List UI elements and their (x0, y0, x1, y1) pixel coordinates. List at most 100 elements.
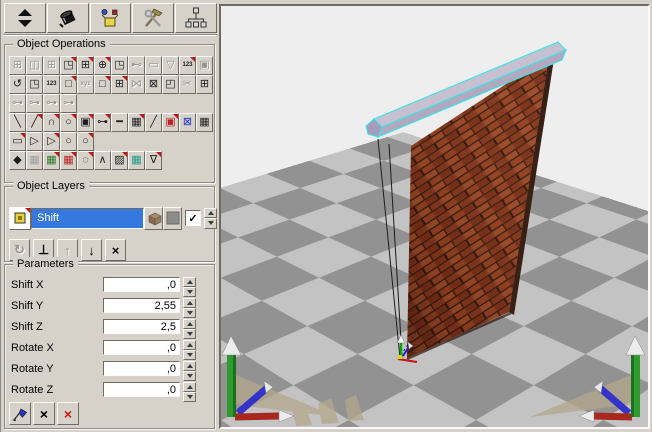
shift-x-input[interactable] (103, 277, 180, 292)
spin-down-button[interactable] (183, 392, 196, 402)
param-label: Rotate Z (11, 382, 53, 396)
param-row-shift-y: Shift Y (11, 298, 209, 320)
object-box-button[interactable] (90, 3, 132, 33)
spin-up-button[interactable] (183, 382, 196, 392)
nav-gizmo-right[interactable] (530, 336, 645, 422)
layer-texture-button[interactable] (144, 207, 163, 230)
delete-layer-button[interactable]: × (105, 239, 126, 261)
shift-z-input[interactable] (103, 319, 180, 334)
op-button-icon: □ (65, 77, 72, 92)
spin-down-button[interactable] (183, 350, 196, 360)
op-button-r2-4[interactable]: □ (60, 75, 77, 94)
layer-visible-checkbox[interactable]: ✓ (185, 210, 201, 226)
op-button-r1-11[interactable]: 123 (179, 56, 196, 75)
op-button-r2-3[interactable]: 123 (43, 75, 60, 94)
hierarchy-button[interactable] (175, 3, 217, 33)
op-button-r4-9[interactable]: ╱ (145, 113, 162, 132)
op-button-r4-3[interactable]: ∩ (43, 113, 60, 132)
op-button-r1-9: ▭ (145, 56, 162, 75)
op-button-r5-3[interactable]: ▷ (43, 132, 60, 151)
layer-name-field[interactable]: Shift (31, 208, 144, 229)
object-operations-title: Object Operations (13, 37, 110, 51)
op-button-r1-5[interactable]: ⊞ (77, 56, 94, 75)
op-button-r1-7[interactable]: ◳ (111, 56, 128, 75)
fill-texture-button[interactable] (47, 3, 89, 33)
spin-up-button[interactable] (183, 277, 196, 287)
op-button-r3-1: ⊶ (9, 94, 26, 113)
nav-gizmo-left[interactable] (222, 336, 364, 426)
down-arrow-icon (187, 395, 193, 399)
op-button-r4-10[interactable]: ▣ (162, 113, 179, 132)
op-button-r6-6[interactable]: ∧ (94, 151, 111, 170)
layer-type-button[interactable] (9, 207, 31, 230)
op-button-r1-3: ⊞ (43, 56, 60, 75)
op-button-r4-4[interactable]: ○ (60, 113, 77, 132)
move-layer-down-button[interactable]: ↓ (81, 239, 102, 261)
op-button-r6-2[interactable]: ▦ (26, 151, 43, 170)
op-button-r5-2[interactable]: ▷ (26, 132, 43, 151)
op-button-r5-4[interactable]: ○ (60, 132, 77, 151)
delete-all-button[interactable]: × (57, 402, 79, 425)
up-arrow-icon (187, 364, 193, 368)
op-button-r4-11[interactable]: ⊠ (179, 113, 196, 132)
spin-up-button[interactable] (183, 361, 196, 371)
op-button-r6-7[interactable]: ▨ (111, 151, 128, 170)
param-label: Rotate X (11, 340, 54, 354)
op-button-r2-10[interactable]: ◰ (162, 75, 179, 94)
op-button-r4-2[interactable]: ╱ (26, 113, 43, 132)
op-button-r2-7[interactable]: ⊞ (111, 75, 128, 94)
spin-down-button[interactable] (183, 371, 196, 381)
select-move-button[interactable] (4, 3, 46, 33)
rotate-x-input[interactable] (103, 340, 180, 355)
down-arrow-icon (187, 332, 193, 336)
op-button-r4-6[interactable]: ⊶ (94, 113, 111, 132)
op-button-r1-6[interactable]: ⊕ (94, 56, 111, 75)
op-button-r6-5[interactable]: ◌ (77, 151, 94, 170)
op-button-r6-8[interactable]: ▦ (128, 151, 145, 170)
spin-up-button[interactable] (183, 340, 196, 350)
op-button-r4-12[interactable]: ▦ (196, 113, 213, 132)
op-button-r2-12[interactable]: ⊞ (196, 75, 213, 94)
op-button-r4-7[interactable]: ━ (111, 113, 128, 132)
spin-down-button[interactable] (183, 329, 196, 339)
spin-up-button[interactable] (183, 319, 196, 329)
rotate-y-input[interactable] (103, 361, 180, 376)
op-button-r3-2: ⊶ (26, 94, 43, 113)
red-arrowhead (279, 410, 294, 422)
op-button-r4-8[interactable]: ▦ (128, 113, 145, 132)
shift-y-input[interactable] (103, 298, 180, 313)
layer-color-button[interactable] (163, 207, 182, 230)
op-button-r6-1[interactable]: ◆ (9, 151, 26, 170)
op-button-r4-1[interactable]: ╲ (9, 113, 26, 132)
check-icon: ✓ (188, 212, 197, 225)
red-axis (594, 416, 632, 417)
op-button-r2-9[interactable]: ⊠ (145, 75, 162, 94)
op-button-r1-4[interactable]: ◳ (60, 56, 77, 75)
op-button-r2-1[interactable]: ↺ (9, 75, 26, 94)
main-toolbar (3, 2, 217, 35)
spin-up-button[interactable] (204, 208, 217, 219)
op-button-icon: ▷ (47, 134, 55, 149)
apply-edit-button[interactable] (9, 402, 31, 425)
spin-down-button[interactable] (183, 308, 196, 318)
tools-button[interactable] (132, 3, 174, 33)
red-arrowhead (579, 410, 594, 422)
op-button-r2-6[interactable]: □ (94, 75, 111, 94)
op-button-r6-9[interactable]: ∇ (145, 151, 162, 170)
spin-down-button[interactable] (183, 287, 196, 297)
spin-up-button[interactable] (183, 298, 196, 308)
rotate-z-input[interactable] (103, 382, 180, 397)
op-button-r6-3[interactable]: ▦ (43, 151, 60, 170)
op-button-icon: 123 (46, 77, 56, 92)
op-button-icon: ⊠ (149, 77, 158, 92)
spin-down-button[interactable] (204, 218, 217, 229)
clear-button[interactable]: × (33, 402, 55, 425)
op-button-r5-5[interactable]: ○ (77, 132, 94, 151)
viewport-3d[interactable] (219, 4, 650, 429)
op-button-icon: ⊶ (63, 96, 74, 111)
op-button-r2-2[interactable]: ◳ (26, 75, 43, 94)
op-button-r5-1[interactable]: ▭ (9, 132, 26, 151)
object-layers-title: Object Layers (13, 179, 89, 193)
op-button-r6-4[interactable]: ▦ (60, 151, 77, 170)
op-button-r4-5[interactable]: ▣ (77, 113, 94, 132)
